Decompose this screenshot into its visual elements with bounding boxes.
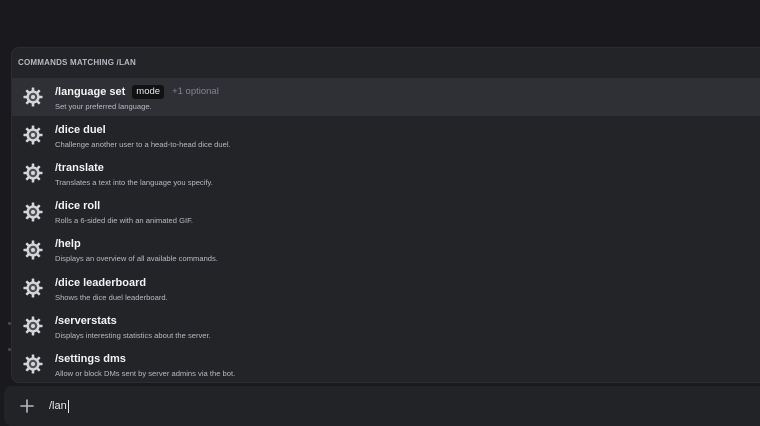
command-text: /dice duel Challenge another user to a h…	[55, 122, 231, 149]
gear-icon	[22, 353, 44, 375]
command-text: /settings dms Allow or block DMs sent by…	[55, 351, 235, 378]
command-item[interactable]: /translate Translates a text into the la…	[12, 154, 760, 192]
gear-icon	[22, 277, 44, 299]
command-title-line: /language set mode +1 optional	[55, 84, 219, 100]
gear-icon	[22, 239, 44, 261]
command-list: /language set mode +1 optional Set your p…	[12, 78, 760, 382]
command-text: /help Displays an overview of all availa…	[55, 236, 218, 263]
command-description: Shows the dice duel leaderboard.	[55, 292, 168, 302]
command-description: Rolls a 6-sided die with an animated GIF…	[55, 216, 194, 226]
gear-icon	[22, 124, 44, 146]
command-name: /dice leaderboard	[55, 276, 147, 289]
message-composer: /lan	[4, 386, 760, 426]
command-text: /dice leaderboard Shows the dice duel le…	[55, 275, 168, 302]
command-item[interactable]: /language set mode +1 optional Set your p…	[12, 78, 760, 117]
command-description: Displays an overview of all available co…	[55, 254, 218, 264]
command-description: Challenge another user to a head-to-head…	[55, 139, 231, 149]
gear-icon	[22, 201, 44, 223]
plus-icon	[20, 399, 34, 413]
command-description: Displays interesting statistics about th…	[55, 330, 211, 340]
command-text: /serverstats Displays interesting statis…	[55, 313, 211, 340]
optional-count: +1 optional	[172, 86, 219, 98]
command-title-line: /help	[55, 236, 218, 252]
command-description: Translates a text into the language you …	[55, 177, 213, 187]
command-title-line: /translate	[55, 160, 213, 176]
command-name: /language set	[55, 85, 126, 98]
popup-header: COMMANDS MATCHING /LAN	[18, 58, 137, 67]
command-name: /translate	[55, 161, 104, 174]
command-name: /settings dms	[55, 352, 126, 365]
command-item[interactable]: /settings dms Allow or block DMs sent by…	[12, 345, 760, 382]
command-item[interactable]: /dice duel Challenge another user to a h…	[12, 116, 760, 154]
add-attachment-button[interactable]	[15, 394, 39, 418]
message-input-text: /lan	[49, 400, 67, 412]
message-input[interactable]: /lan	[49, 399, 69, 413]
gear-icon	[22, 86, 44, 108]
command-description: Allow or block DMs sent by server admins…	[55, 368, 236, 378]
command-item[interactable]: /serverstats Displays interesting statis…	[12, 307, 760, 345]
command-description: Set your preferred language.	[55, 101, 152, 111]
command-text: /dice roll Rolls a 6-sided die with an a…	[55, 198, 193, 225]
command-name: /serverstats	[55, 314, 117, 327]
command-title-line: /dice leaderboard	[55, 275, 168, 291]
command-name: /dice roll	[55, 200, 101, 213]
command-title-line: /serverstats	[55, 313, 211, 329]
option-badge-mode[interactable]: mode	[132, 84, 165, 99]
text-caret	[67, 399, 69, 413]
command-item[interactable]: /help Displays an overview of all availa…	[12, 231, 760, 269]
command-text: /language set mode +1 optional Set your p…	[55, 84, 219, 111]
command-item[interactable]: /dice leaderboard Shows the dice duel le…	[12, 269, 760, 307]
command-name: /dice duel	[55, 123, 106, 136]
command-title-line: /dice duel	[55, 122, 231, 138]
command-name: /help	[55, 238, 81, 251]
command-title-line: /dice roll	[55, 198, 193, 214]
command-title-line: /settings dms	[55, 351, 235, 367]
gear-icon	[22, 162, 44, 184]
command-text: /translate Translates a text into the la…	[55, 160, 213, 187]
command-item[interactable]: /dice roll Rolls a 6-sided die with an a…	[12, 193, 760, 231]
command-autocomplete-popup: COMMANDS MATCHING /LAN /language set mod…	[11, 47, 760, 383]
gear-icon	[22, 315, 44, 337]
